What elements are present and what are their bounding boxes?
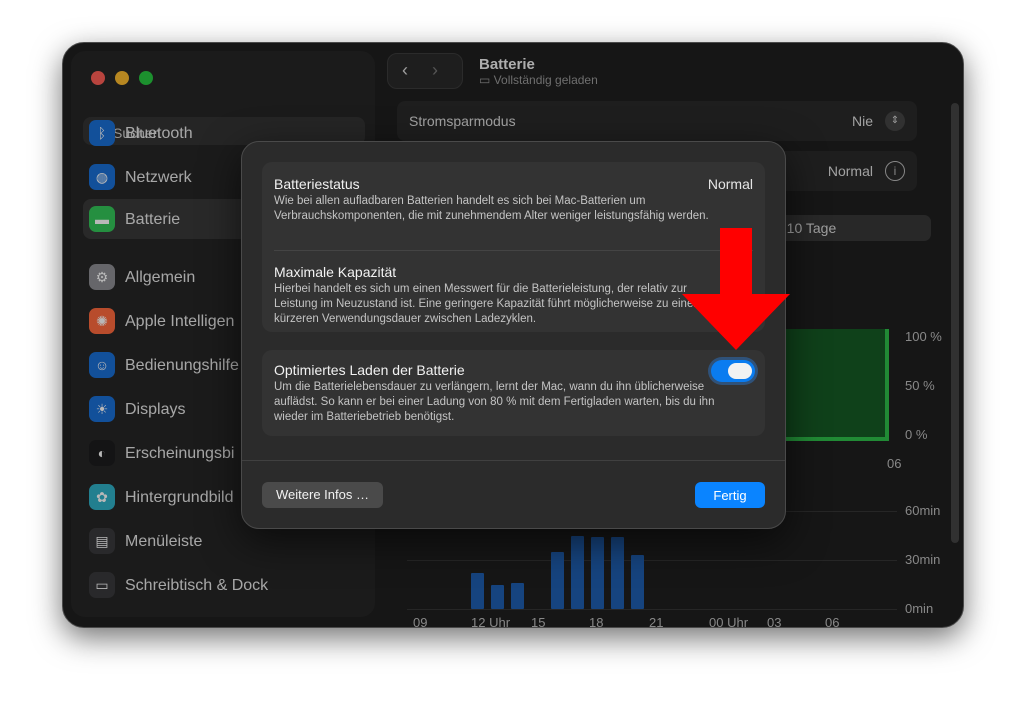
optimized-charging-text: Um die Batterielebensdauer zu verlängern… — [274, 381, 715, 423]
toggle-knob — [728, 363, 752, 379]
optimized-charging-toggle[interactable] — [711, 360, 755, 382]
battery-status-text: Wie bei allen aufladbaren Batterien hand… — [274, 195, 709, 222]
max-capacity-title: Maximale Kapazität — [274, 264, 397, 280]
optimized-charging-title: Optimiertes Laden der Batterie — [274, 362, 465, 378]
max-capacity-text: Hierbei handelt es sich um einen Messwer… — [274, 283, 698, 325]
battery-status-value: Normal — [707, 176, 753, 192]
red-arrow-icon — [682, 228, 790, 350]
battery-status-title: Batteriestatus — [274, 176, 360, 192]
more-info-button[interactable]: Weitere Infos … — [262, 482, 383, 508]
footer-divider — [242, 460, 785, 461]
done-button[interactable]: Fertig — [695, 482, 765, 508]
optimized-charging-card: Optimiertes Laden der Batterie Um die Ba… — [262, 350, 765, 436]
